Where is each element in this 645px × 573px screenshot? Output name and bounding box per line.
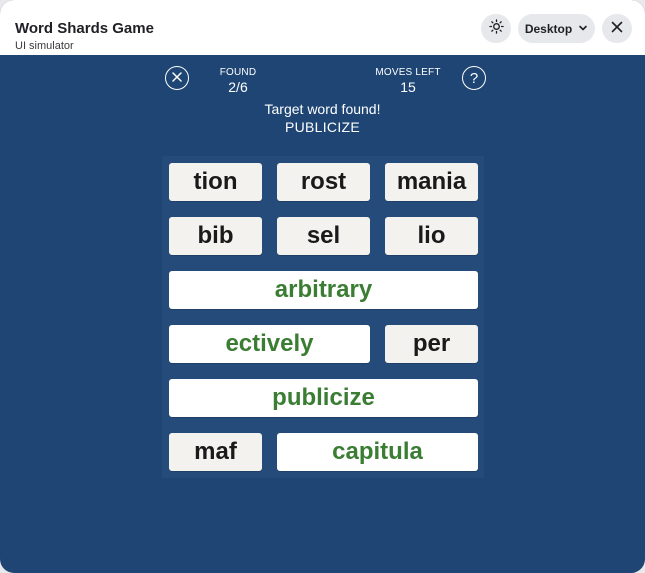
- tile-board: tion rost mania bib sel lio arbitrary ec…: [162, 156, 484, 478]
- word-tile[interactable]: lio: [385, 217, 478, 255]
- status-message: Target word found! PUBLICIZE: [0, 101, 645, 135]
- word-tile[interactable]: tion: [169, 163, 262, 201]
- device-select-label: Desktop: [524, 21, 573, 36]
- word-tile[interactable]: rost: [277, 163, 370, 201]
- app-title: Word Shards Game: [15, 20, 154, 37]
- found-counter: FOUND 2/6: [213, 67, 263, 95]
- circle-x-icon: [172, 69, 182, 87]
- close-window-button[interactable]: [602, 14, 632, 43]
- moves-left-label: MOVES LEFT: [375, 67, 441, 78]
- word-tile[interactable]: mania: [385, 163, 478, 201]
- found-word-tile[interactable]: publicize: [169, 379, 478, 417]
- close-icon: [611, 20, 623, 38]
- device-select[interactable]: Desktop: [518, 14, 595, 43]
- moves-left-value: 15: [400, 79, 416, 95]
- help-button[interactable]: ?: [462, 66, 486, 90]
- word-tile[interactable]: bib: [169, 217, 262, 255]
- chevron-down-icon: [578, 20, 588, 38]
- help-icon: ?: [469, 69, 479, 87]
- word-tile[interactable]: sel: [277, 217, 370, 255]
- found-value: 2/6: [228, 79, 248, 95]
- found-word-tile[interactable]: ectively: [169, 325, 370, 363]
- moves-left-counter: MOVES LEFT 15: [368, 67, 448, 95]
- app-window: Word Shards Game UI simulator Desktop FO…: [0, 0, 645, 573]
- theme-toggle-button[interactable]: [481, 14, 511, 43]
- game-area: FOUND 2/6 MOVES LEFT 15 ? Target word fo…: [0, 55, 645, 573]
- found-word: PUBLICIZE: [284, 119, 361, 135]
- word-tile[interactable]: per: [385, 325, 478, 363]
- found-word-tile[interactable]: arbitrary: [169, 271, 478, 309]
- app-subtitle: UI simulator: [15, 40, 74, 52]
- status-message-text: Target word found!: [264, 101, 381, 117]
- found-label: FOUND: [219, 67, 257, 78]
- found-word-tile[interactable]: capitula: [277, 433, 478, 471]
- sun-icon: [488, 18, 504, 39]
- word-tile[interactable]: maf: [169, 433, 262, 471]
- exit-game-button[interactable]: [165, 66, 189, 90]
- title-bar: Word Shards Game UI simulator Desktop: [0, 0, 645, 55]
